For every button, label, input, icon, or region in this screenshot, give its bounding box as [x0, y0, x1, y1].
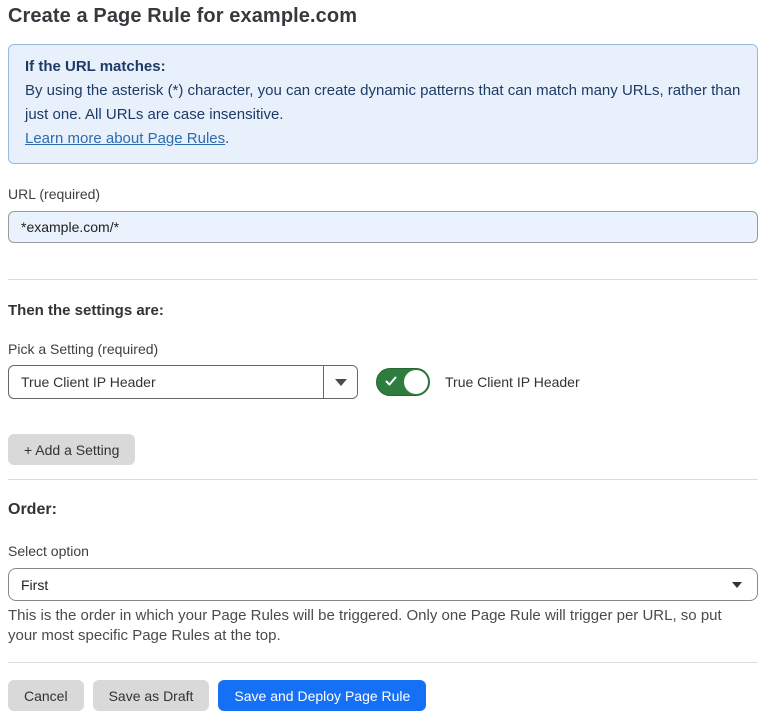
- order-select-value: First: [21, 577, 48, 593]
- link-suffix: .: [225, 130, 229, 147]
- save-and-deploy-button[interactable]: Save and Deploy Page Rule: [218, 680, 426, 711]
- divider: [8, 479, 758, 480]
- url-match-info-box: If the URL matches: By using the asteris…: [8, 44, 758, 164]
- url-input[interactable]: [8, 211, 758, 243]
- order-section-heading: Order:: [8, 501, 758, 519]
- setting-select-value: True Client IP Header: [9, 374, 156, 390]
- divider: [8, 662, 758, 663]
- order-select-label: Select option: [8, 543, 758, 560]
- divider: [8, 279, 758, 280]
- chevron-down-icon: [335, 379, 347, 386]
- save-as-draft-button[interactable]: Save as Draft: [93, 680, 210, 711]
- setting-select-arrow-cell[interactable]: [323, 366, 357, 398]
- page-title: Create a Page Rule for example.com: [8, 4, 758, 28]
- toggle-knob: [404, 370, 428, 394]
- learn-more-link[interactable]: Learn more about Page Rules: [25, 130, 225, 147]
- info-box-heading: If the URL matches:: [25, 55, 741, 79]
- check-icon: [385, 375, 397, 387]
- settings-section-heading: Then the settings are:: [8, 302, 758, 320]
- info-box-link-line: Learn more about Page Rules.: [25, 127, 741, 151]
- page-rule-form: Create a Page Rule for example.com If th…: [0, 4, 769, 711]
- add-setting-button[interactable]: + Add a Setting: [8, 434, 135, 465]
- order-helper-text: This is the order in which your Page Rul…: [8, 606, 753, 646]
- pick-setting-label: Pick a Setting (required): [8, 341, 758, 358]
- chevron-down-icon: [732, 582, 742, 588]
- info-box-body: By using the asterisk (*) character, you…: [25, 79, 741, 127]
- url-field-label: URL (required): [8, 186, 758, 203]
- order-select[interactable]: First: [8, 568, 758, 601]
- action-buttons: Cancel Save as Draft Save and Deploy Pag…: [8, 680, 758, 711]
- setting-select[interactable]: True Client IP Header: [8, 365, 358, 399]
- toggle-label: True Client IP Header: [445, 374, 580, 390]
- cancel-button[interactable]: Cancel: [8, 680, 84, 711]
- setting-row: True Client IP Header True Client IP Hea…: [8, 365, 758, 399]
- setting-toggle[interactable]: [376, 368, 430, 396]
